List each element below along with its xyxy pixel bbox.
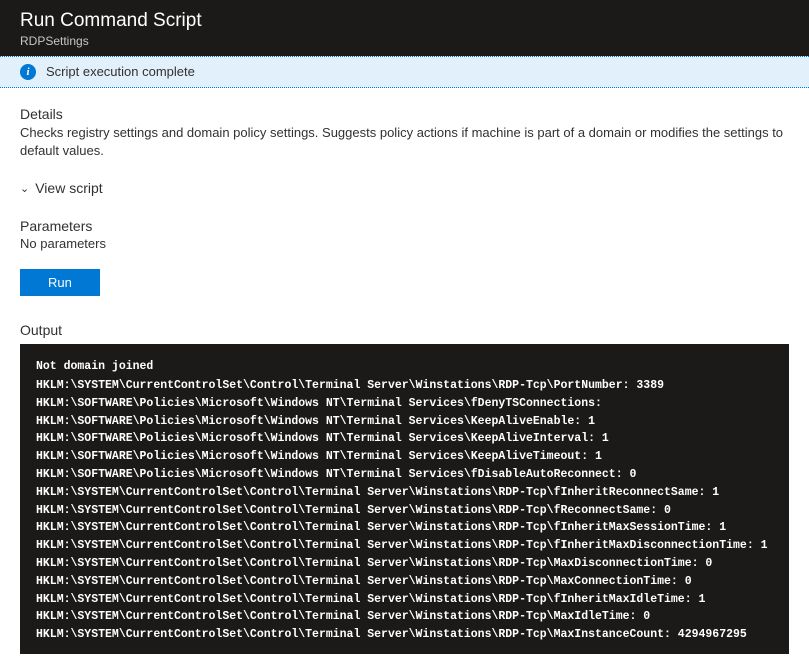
view-script-toggle[interactable]: ⌄ View script [20,180,789,196]
output-line: HKLM:\SYSTEM\CurrentControlSet\Control\T… [36,608,773,626]
output-line: HKLM:\SYSTEM\CurrentControlSet\Control\T… [36,573,773,591]
chevron-down-icon: ⌄ [20,182,29,195]
view-script-label: View script [35,180,102,196]
output-line: HKLM:\SOFTWARE\Policies\Microsoft\Window… [36,448,773,466]
details-section: Details Checks registry settings and dom… [20,106,789,160]
output-line: HKLM:\SYSTEM\CurrentControlSet\Control\T… [36,555,773,573]
output-line: HKLM:\SOFTWARE\Policies\Microsoft\Window… [36,413,773,431]
output-section: Output Not domain joinedHKLM:\SYSTEM\Cur… [20,322,789,654]
output-line: HKLM:\SYSTEM\CurrentControlSet\Control\T… [36,626,773,644]
details-description: Checks registry settings and domain poli… [20,124,789,160]
output-line: HKLM:\SOFTWARE\Policies\Microsoft\Window… [36,430,773,448]
output-line: HKLM:\SYSTEM\CurrentControlSet\Control\T… [36,519,773,537]
output-line: HKLM:\SYSTEM\CurrentControlSet\Control\T… [36,377,773,395]
parameters-empty: No parameters [20,236,789,251]
parameters-section: Parameters No parameters [20,218,789,251]
blade-title: Run Command Script [20,9,789,34]
parameters-title: Parameters [20,218,789,234]
output-line: HKLM:\SYSTEM\CurrentControlSet\Control\T… [36,591,773,609]
output-line: HKLM:\SOFTWARE\Policies\Microsoft\Window… [36,395,773,413]
details-title: Details [20,106,789,122]
run-button[interactable]: Run [20,269,100,296]
output-console: Not domain joinedHKLM:\SYSTEM\CurrentCon… [20,344,789,654]
output-line: Not domain joined [36,358,773,376]
blade-header: Run Command Script RDPSettings [0,0,809,56]
status-bar: i Script execution complete [0,56,809,88]
output-line: HKLM:\SYSTEM\CurrentControlSet\Control\T… [36,484,773,502]
output-line: HKLM:\SYSTEM\CurrentControlSet\Control\T… [36,502,773,520]
info-icon: i [20,64,36,80]
output-title: Output [20,322,789,338]
output-line: HKLM:\SYSTEM\CurrentControlSet\Control\T… [36,537,773,555]
output-line: HKLM:\SOFTWARE\Policies\Microsoft\Window… [36,466,773,484]
status-message: Script execution complete [46,64,195,79]
content-area: Details Checks registry settings and dom… [0,88,809,672]
blade-subtitle: RDPSettings [20,34,789,48]
